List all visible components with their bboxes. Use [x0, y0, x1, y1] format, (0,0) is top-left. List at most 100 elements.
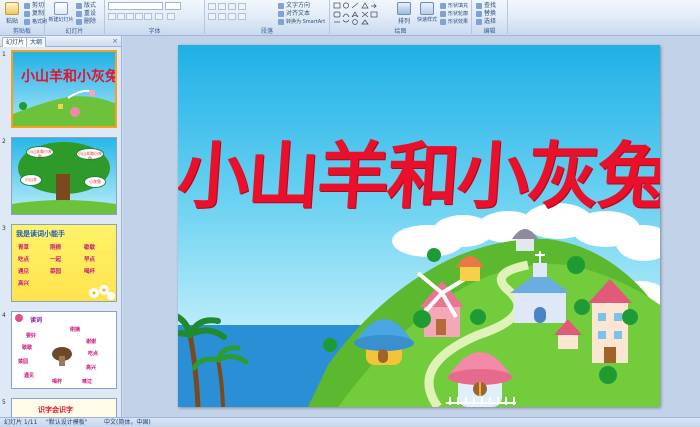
shape-outline-button[interactable]: 形状轮廓 [440, 10, 468, 18]
arrange-button[interactable]: 排列 [394, 2, 414, 25]
editing-group: 查找 替换 选择 编辑 [472, 0, 508, 36]
thumbnail-word: 刚摘 [70, 327, 81, 333]
thumbnail-flowers [89, 285, 115, 300]
status-bar: 幻灯片 1/11 "默认设计模板" 中文(简体，中国) [0, 417, 700, 427]
bullets-button[interactable] [208, 3, 216, 10]
italic-button[interactable] [117, 13, 125, 20]
slide-canvas[interactable]: 小山羊和小灰兔 [123, 36, 700, 417]
new-slide-icon [54, 2, 68, 15]
thumbnail-word: 喝杯 [52, 379, 63, 385]
replace-button[interactable]: 替换 [476, 10, 496, 18]
paste-button[interactable]: 粘贴 [2, 2, 22, 25]
slide-thumbnail-3[interactable]: 3 我是读词小能手 青草 刚摘 歇歇 吃点 一起 早点 遇见 菜园 喝杯 高兴 [0, 224, 122, 306]
thumbnail-word: 高兴 [86, 365, 97, 371]
smartart-button[interactable]: 转换为 SmartArt [278, 18, 325, 26]
align-text-button[interactable]: 对齐文本 [278, 10, 310, 18]
indent-increase-button[interactable] [238, 3, 246, 10]
close-icon[interactable]: × [112, 37, 118, 45]
text-direction-button[interactable]: 文字方向 [278, 2, 310, 10]
layout-button[interactable]: 版式 [76, 2, 96, 10]
thumbnail-word: 菜园 [50, 269, 62, 275]
shape-fill-button[interactable]: 形状填充 [440, 2, 468, 10]
thumbnail-word: 吃点 [88, 351, 99, 357]
font-size-combo[interactable] [165, 2, 181, 10]
slides-group: 新建幻灯片 版式 重设 删除 幻灯片 [45, 0, 105, 36]
thumbnail-image: 我是读词小能手 青草 刚摘 歇歇 吃点 一起 早点 遇见 菜园 喝杯 高兴 [11, 224, 117, 302]
align-center-button[interactable] [218, 13, 226, 20]
delete-slide-button[interactable]: 删除 [76, 18, 96, 26]
thumbnail-word: 歇歇 [84, 245, 96, 251]
copy-button[interactable]: 复制 [24, 10, 44, 18]
group-label-paragraph: 段落 [260, 28, 273, 35]
group-label-clipboard: 剪贴板 [12, 28, 31, 35]
thumbnail-word: 青草 [18, 245, 30, 251]
slide-illustration [178, 203, 660, 407]
thumbnail-word: 喝杯 [84, 269, 96, 275]
thumbnail-word: 吃点 [18, 257, 30, 263]
paste-icon [5, 2, 19, 15]
shapes-gallery[interactable] [333, 2, 391, 28]
font-name-combo[interactable] [108, 2, 163, 10]
new-slide-button[interactable]: 新建幻灯片 [48, 2, 74, 23]
tab-slides[interactable]: 幻灯片 [2, 37, 29, 47]
thumbnail-word: 要好 [26, 333, 37, 339]
thumbnail-title: 识字会识字 [38, 405, 73, 414]
thumbnail-word: 遇见 [18, 269, 30, 275]
thumbnail-image: 读词 要好 刚摘 歇歇 谢谢 吃点 菜园 高兴 遇见 喝杯 难过 [11, 311, 117, 389]
shadow-button[interactable] [144, 13, 152, 20]
thumbnail-word: 难过 [82, 379, 93, 385]
numbering-button[interactable] [218, 3, 226, 10]
thumbnail-bubble: 小山羊 [20, 174, 42, 186]
strikethrough-button[interactable] [135, 13, 143, 20]
current-slide[interactable]: 小山羊和小灰兔 [178, 45, 660, 407]
ribbon: 粘贴 剪切 复制 格式刷 剪贴板 新建幻灯片 版式 重设 删除 幻灯片 字体 文… [0, 0, 700, 36]
char-spacing-button[interactable] [155, 13, 163, 20]
thumbnail-word: 菜园 [18, 359, 29, 365]
slides-panel: 幻灯片 大纲 × 1 小山羊和小灰兔 2 小山羊和小灰兔 小山羊和小灰兔 小山羊… [0, 36, 122, 417]
slide-thumbnail-1[interactable]: 1 小山羊和小灰兔 [0, 50, 122, 132]
thumbnail-bubble: 小灰兔 [84, 176, 106, 188]
thumbnail-word: 高兴 [18, 281, 30, 287]
thumbnail-word: 早点 [84, 257, 96, 263]
status-language[interactable]: 中文(简体，中国) [104, 418, 151, 427]
drawing-group: 排列 快速样式 形状填充 形状轮廓 形状效果 绘图 [330, 0, 472, 36]
thumbnail-image: 小山羊和小灰兔 小山羊和小灰兔 小山羊 小灰兔 [11, 137, 117, 215]
shape-effects-button[interactable]: 形状效果 [440, 18, 468, 26]
font-group: 字体 [105, 0, 205, 36]
indent-decrease-button[interactable] [228, 3, 236, 10]
thumbnail-word: 歇歇 [22, 345, 33, 351]
thumbnail-bubble: 小山羊和小灰兔 [76, 148, 104, 161]
align-left-button[interactable] [208, 13, 216, 20]
slide-thumbnail-2[interactable]: 2 小山羊和小灰兔 小山羊和小灰兔 小山羊 小灰兔 [0, 137, 122, 219]
panel-tabs: 幻灯片 大纲 × [0, 36, 121, 47]
paragraph-group: 文字方向 对齐文本 转换为 SmartArt 段落 [205, 0, 330, 36]
thumbnail-word: 遇见 [24, 373, 35, 379]
group-label-slides: 幻灯片 [65, 28, 84, 35]
group-label-drawing: 绘图 [394, 28, 407, 35]
align-right-button[interactable] [228, 13, 236, 20]
group-label-editing: 编辑 [483, 28, 496, 35]
slide-title[interactable]: 小山羊和小灰兔 [178, 117, 660, 222]
bold-button[interactable] [108, 13, 116, 20]
justify-button[interactable] [238, 13, 246, 20]
quick-styles-icon [420, 2, 434, 15]
thumbnail-title: 我是读词小能手 [16, 229, 65, 238]
cut-button[interactable]: 剪切 [24, 2, 44, 10]
slide-thumbnail-5[interactable]: 5 识字会识字 [0, 398, 122, 417]
quick-styles-button[interactable]: 快速样式 [416, 2, 438, 23]
status-slide-info: 幻灯片 1/11 [4, 419, 38, 426]
thumbnail-word: 一起 [50, 257, 62, 263]
status-theme[interactable]: "默认设计模板" [46, 418, 88, 427]
underline-button[interactable] [126, 13, 134, 20]
reset-button[interactable]: 重设 [76, 10, 96, 18]
thumbnail-word: 谢谢 [86, 339, 97, 345]
slide-thumbnail-4[interactable]: 4 读词 要好 刚摘 歇歇 谢谢 吃点 菜园 高兴 遇见 喝杯 难过 [0, 311, 122, 393]
select-button[interactable]: 选择 [476, 18, 496, 26]
clipboard-group: 粘贴 剪切 复制 格式刷 剪贴板 [0, 0, 47, 36]
tab-outline[interactable]: 大纲 [26, 37, 47, 47]
thumbnail-scene [13, 89, 115, 126]
thumbnail-image: 小山羊和小灰兔 [11, 50, 117, 128]
font-color-button[interactable] [167, 13, 175, 20]
format-painter-button[interactable]: 格式刷 [24, 18, 47, 26]
find-button[interactable]: 查找 [476, 2, 496, 10]
